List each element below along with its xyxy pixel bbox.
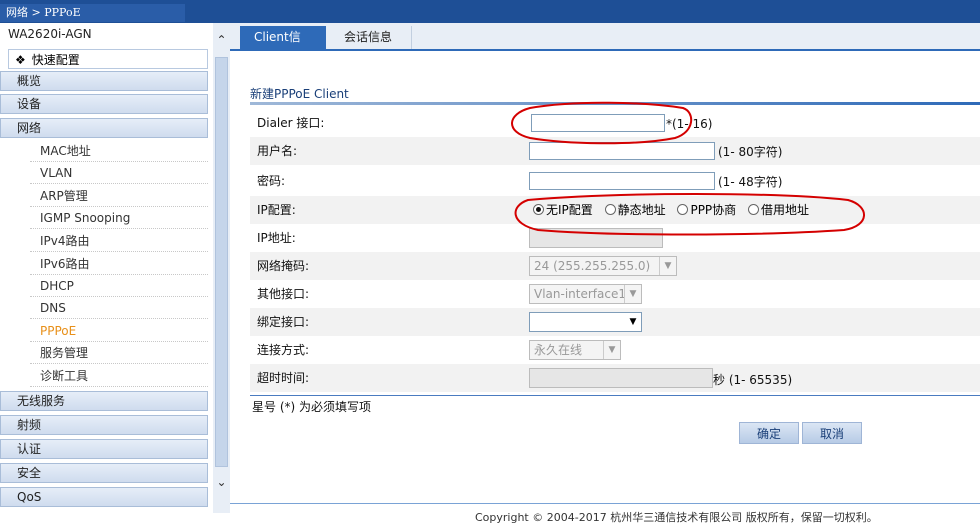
radio-unselected-icon	[748, 204, 759, 215]
ip-config-label: IP配置:	[257, 203, 296, 217]
row-timeout: 超时时间: 秒 (1- 65535)	[250, 364, 980, 392]
password-label: 密码:	[257, 174, 286, 188]
ok-button[interactable]: 确定	[739, 422, 799, 444]
sidebar-item-network[interactable]: 网络	[0, 118, 208, 138]
conn-mode-select[interactable]: 永久在线 ▼	[529, 340, 621, 360]
radio-ppp-negotiate[interactable]: PPP协商	[677, 196, 736, 224]
sidebar-item-security[interactable]: 安全	[0, 463, 208, 483]
breadcrumb: 网络 > PPPoE	[0, 4, 185, 22]
sidebar-item-auth[interactable]: 认证	[0, 439, 208, 459]
radio-static-label: 静态地址	[617, 203, 666, 217]
sidebar-subitem-dns[interactable]: DNS	[30, 297, 208, 319]
device-name: WA2620i-AGN	[8, 27, 92, 41]
sidebar-item-qos[interactable]: QoS	[0, 487, 208, 507]
sidebar-subitem-diagnostics[interactable]: 诊断工具	[30, 365, 208, 387]
username-input[interactable]	[529, 142, 715, 160]
dropdown-arrow-icon: ▼	[624, 285, 641, 303]
row-ip-config: IP配置: 无IP配置 静态地址 PPP协商 借用地址	[250, 196, 980, 224]
timeout-input[interactable]	[529, 368, 713, 388]
radio-borrow-label: 借用地址	[761, 203, 810, 217]
tab-client-info[interactable]: Client信息	[240, 26, 326, 67]
dialer-hint: *(1- 16)	[666, 117, 713, 131]
sidebar-subitem-vlan[interactable]: VLAN	[30, 162, 208, 184]
ip-address-input[interactable]	[529, 228, 663, 248]
sidebar-item-radio[interactable]: 射频	[0, 415, 208, 435]
ip-address-label: IP地址:	[257, 231, 296, 245]
mask-select[interactable]: 24 (255.255.255.0) ▼	[529, 256, 677, 276]
sidebar-item-overview[interactable]: 概览	[0, 71, 208, 91]
radio-selected-icon	[533, 204, 544, 215]
conn-mode-value: 永久在线	[534, 343, 583, 357]
dialer-label: Dialer 接口:	[257, 116, 325, 130]
chevron-up-icon[interactable]: ⌃	[213, 33, 230, 47]
radio-no-ip[interactable]: 无IP配置	[533, 196, 593, 224]
radio-unselected-icon	[677, 204, 689, 215]
radio-no-ip-label: 无IP配置	[546, 203, 593, 217]
sidebar-subitem-dhcp[interactable]: DHCP	[30, 275, 208, 297]
dropdown-arrow-icon: ▼	[659, 257, 676, 275]
mask-label: 网络掩码:	[257, 259, 310, 273]
chevron-down-icon[interactable]: ⌄	[213, 475, 230, 489]
row-dialer: Dialer 接口: *(1- 16)	[250, 109, 980, 137]
sidebar: WA2620i-AGN ❖ 快速配置 概览 设备 网络 MAC地址 VLAN AR…	[0, 23, 213, 513]
username-label: 用户名:	[257, 144, 298, 158]
username-hint: (1- 80字符)	[718, 145, 783, 159]
section-divider	[250, 102, 980, 105]
tab-bar: Client信息 会话信息	[230, 23, 980, 67]
quick-config-item[interactable]: ❖ 快速配置	[8, 49, 208, 69]
quick-config-label: 快速配置	[31, 53, 80, 67]
sidebar-subitem-igmp[interactable]: IGMP Snooping	[30, 207, 208, 229]
ip-config-radio-group: 无IP配置 静态地址 PPP协商 借用地址	[533, 196, 817, 224]
required-note: 星号 (*) 为必须填写项	[252, 400, 371, 414]
sidebar-subitem-services[interactable]: 服务管理	[30, 342, 208, 364]
footer-copyright: Copyright © 2004-2017 杭州华三通信技术有限公司 版权所有，…	[475, 511, 878, 524]
sidebar-subitem-arp[interactable]: ARP管理	[30, 185, 208, 207]
dropdown-arrow-icon: ▼	[603, 341, 620, 359]
row-password: 密码: (1- 48字符)	[250, 167, 980, 195]
row-bind-interface: 绑定接口: ▼	[250, 308, 980, 336]
cancel-button[interactable]: 取消	[802, 422, 862, 444]
dialer-input[interactable]	[531, 114, 665, 132]
timeout-hint: 秒 (1- 65535)	[713, 373, 793, 387]
tab-session-info[interactable]: 会话信息	[330, 26, 412, 49]
main-panel: Client信息 会话信息 新建PPPoE Client Dialer 接口: …	[230, 23, 980, 524]
bind-if-select[interactable]: ▼	[529, 312, 642, 332]
row-connection-mode: 连接方式: 永久在线 ▼	[250, 336, 980, 364]
diamond-icon: ❖	[15, 53, 26, 67]
bind-if-label: 绑定接口:	[257, 315, 310, 329]
row-username: 用户名: (1- 80字符)	[250, 137, 980, 165]
mask-value: 24 (255.255.255.0)	[534, 259, 651, 273]
radio-static[interactable]: 静态地址	[604, 196, 666, 224]
row-other-interface: 其他接口: Vlan-interface1 ▼	[250, 280, 980, 308]
password-hint: (1- 48字符)	[718, 175, 783, 189]
row-mask: 网络掩码: 24 (255.255.255.0) ▼	[250, 252, 980, 280]
other-if-value: Vlan-interface1	[534, 287, 626, 301]
other-if-select[interactable]: Vlan-interface1 ▼	[529, 284, 642, 304]
conn-mode-label: 连接方式:	[257, 343, 310, 357]
sidebar-item-wireless[interactable]: 无线服务	[0, 391, 208, 411]
radio-ppp-label: PPP协商	[690, 203, 737, 217]
other-if-label: 其他接口:	[257, 287, 310, 301]
radio-borrow[interactable]: 借用地址	[748, 196, 809, 224]
sidebar-scrollbar[interactable]: ⌃ ⌄	[213, 23, 230, 513]
radio-unselected-icon	[604, 204, 616, 215]
scroll-thumb[interactable]	[215, 57, 228, 467]
dropdown-arrow-icon: ▼	[629, 317, 637, 327]
timeout-label: 超时时间:	[257, 371, 310, 385]
sidebar-subitem-pppoe[interactable]: PPPoE	[30, 320, 208, 342]
sidebar-subitem-mac[interactable]: MAC地址	[30, 140, 208, 162]
sidebar-subitem-ipv4[interactable]: IPv4路由	[30, 230, 208, 252]
section-title: 新建PPPoE Client	[250, 87, 349, 101]
password-input[interactable]	[529, 172, 715, 190]
row-ip-address: IP地址:	[250, 224, 980, 252]
sidebar-subitem-ipv6[interactable]: IPv6路由	[30, 253, 208, 275]
sidebar-item-device[interactable]: 设备	[0, 94, 208, 114]
form-divider	[250, 395, 980, 396]
footer-divider	[230, 503, 980, 504]
